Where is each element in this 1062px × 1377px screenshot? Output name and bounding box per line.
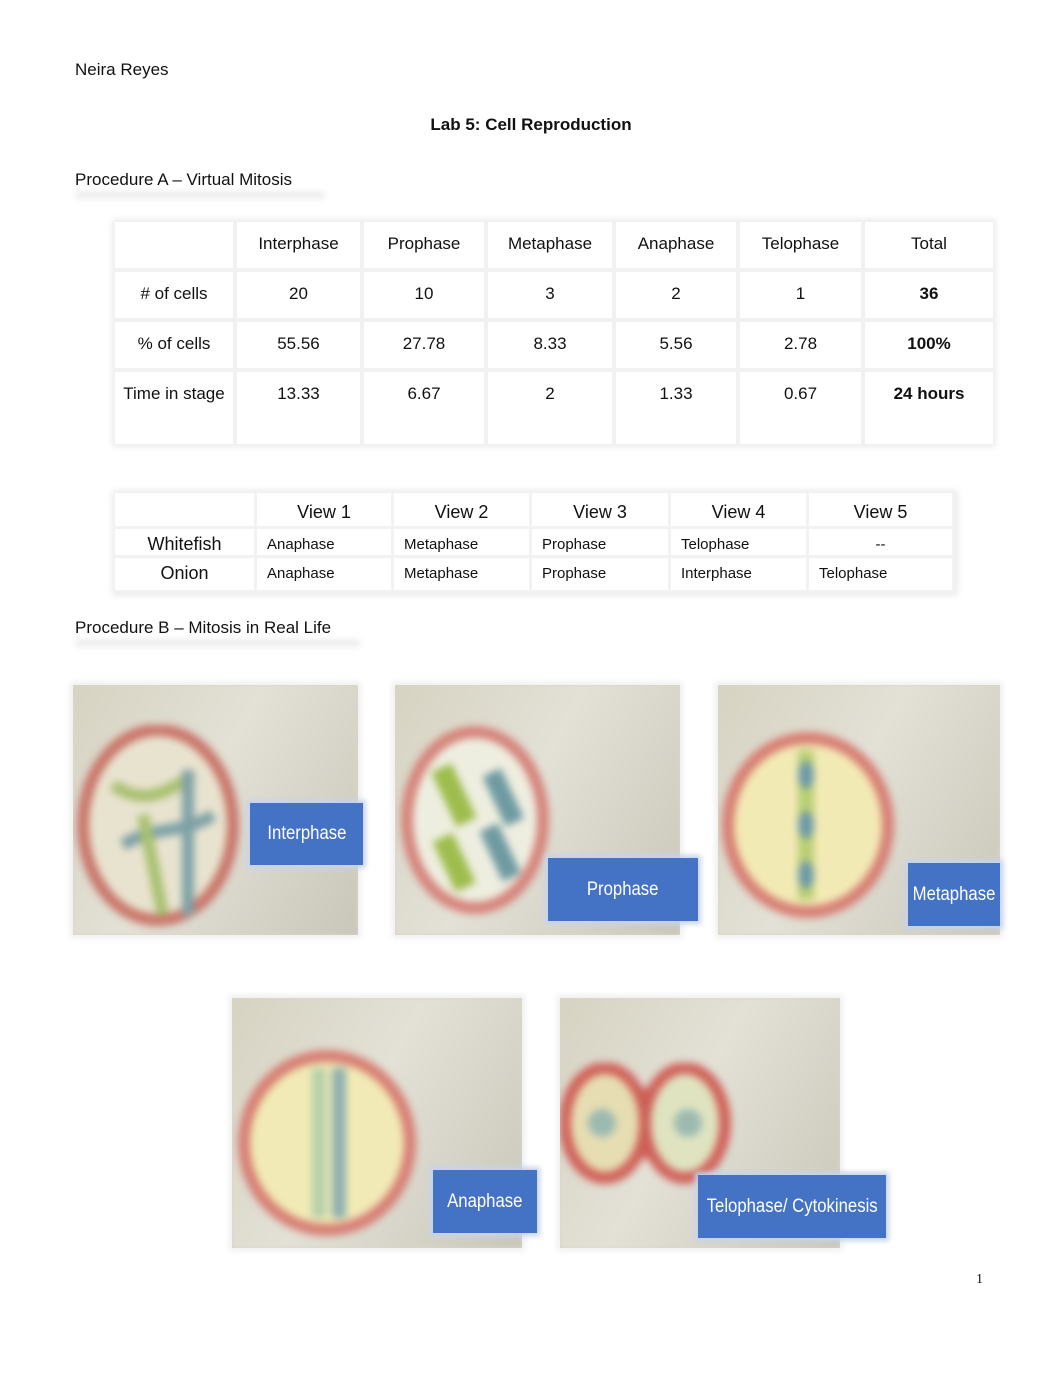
table-header-cell: View 1 bbox=[257, 493, 394, 529]
table-header-cell bbox=[115, 493, 257, 529]
document-title: Lab 5: Cell Reproduction bbox=[0, 115, 1062, 135]
table-header-cell: View 3 bbox=[532, 493, 671, 529]
phase-label: Prophase bbox=[548, 858, 698, 921]
total-cell: 24 hours bbox=[893, 384, 965, 403]
table-cell: Metaphase bbox=[394, 529, 532, 558]
procedure-b-heading-text: Procedure B – Mitosis in Real Life bbox=[75, 618, 332, 637]
total-cell: 36 bbox=[865, 272, 993, 322]
table-header-cell: Anaphase bbox=[616, 222, 740, 272]
table-header-cell: Total bbox=[865, 222, 993, 272]
phase-label-text: Telophase/ Cytokinesis bbox=[706, 1195, 878, 1217]
phase-label: Interphase bbox=[250, 803, 363, 865]
table-cell: 1 bbox=[740, 272, 865, 322]
author-name: Neira Reyes bbox=[75, 60, 169, 79]
procedure-b-heading: Procedure B – Mitosis in Real Life bbox=[75, 618, 360, 650]
page-number: 1 bbox=[976, 1272, 983, 1287]
table-cell: 20 bbox=[237, 272, 364, 322]
table-cell: Anaphase bbox=[257, 529, 394, 558]
table-header-cell: Telophase bbox=[740, 222, 865, 272]
table-cell: 2 bbox=[616, 272, 740, 322]
table-header-cell: Metaphase bbox=[488, 222, 616, 272]
phase-label: Telophase/ Cytokinesis bbox=[698, 1175, 886, 1238]
row-label: Onion bbox=[115, 558, 257, 593]
table-cell: Metaphase bbox=[394, 558, 532, 593]
table-cell: Telophase bbox=[809, 558, 955, 593]
row-label: # of cells bbox=[115, 272, 237, 322]
table-cell: 55.56 bbox=[237, 322, 364, 372]
cell-model-image bbox=[238, 1050, 416, 1236]
heading-shadow bbox=[75, 640, 360, 650]
views-table: View 1 View 2 View 3 View 4 View 5 White… bbox=[115, 493, 955, 593]
heading-shadow bbox=[75, 192, 325, 202]
cell-model-image bbox=[722, 732, 894, 918]
phase-label-text: Interphase bbox=[266, 823, 347, 844]
cell-model-image bbox=[560, 1063, 731, 1184]
table-cell: Interphase bbox=[671, 558, 809, 593]
table-header-cell: Prophase bbox=[364, 222, 488, 272]
table-cell: Telophase bbox=[671, 529, 809, 558]
table-cell: 10 bbox=[364, 272, 488, 322]
cell-model-image bbox=[77, 725, 239, 926]
table-cell: Prophase bbox=[532, 529, 671, 558]
table-cell: 0.67 bbox=[740, 372, 865, 444]
row-label: Whitefish bbox=[115, 529, 257, 558]
table-cell: 6.67 bbox=[364, 372, 488, 444]
table-cell: 2.78 bbox=[740, 322, 865, 372]
cell-count-table: Interphase Prophase Metaphase Anaphase T… bbox=[115, 222, 993, 444]
phase-label-text: Anaphase bbox=[447, 1190, 523, 1212]
phase-label: Anaphase bbox=[433, 1170, 537, 1233]
phase-label-text: Prophase bbox=[587, 878, 659, 900]
table-cell: 1.33 bbox=[616, 372, 740, 444]
procedure-a-heading-text: Procedure A – Virtual Mitosis bbox=[75, 170, 293, 189]
table-header-cell: View 2 bbox=[394, 493, 532, 529]
table-cell: 3 bbox=[488, 272, 616, 322]
total-cell: 100% bbox=[865, 322, 993, 372]
table-cell: Prophase bbox=[532, 558, 671, 593]
table-cell: Anaphase bbox=[257, 558, 394, 593]
table-cell: 27.78 bbox=[364, 322, 488, 372]
phase-label-text: Metaphase bbox=[912, 883, 996, 905]
procedure-a-heading: Procedure A – Virtual Mitosis bbox=[75, 170, 325, 202]
row-label: Time in stage bbox=[115, 372, 237, 444]
table-cell: 8.33 bbox=[488, 322, 616, 372]
table-cell: 5.56 bbox=[616, 322, 740, 372]
table-header-cell: Interphase bbox=[237, 222, 364, 272]
table-cell: -- bbox=[809, 529, 955, 558]
row-label: % of cells bbox=[115, 322, 237, 372]
table-cell: 2 bbox=[488, 372, 616, 444]
title-text: Lab 5: Cell Reproduction bbox=[430, 115, 632, 134]
table-header-cell: View 5 bbox=[809, 493, 955, 529]
table-header-cell: View 4 bbox=[671, 493, 809, 529]
phase-label: Metaphase bbox=[908, 863, 1000, 926]
table-cell: 13.33 bbox=[237, 372, 364, 444]
cell-model-image bbox=[401, 726, 549, 914]
table-header-cell bbox=[115, 222, 237, 272]
